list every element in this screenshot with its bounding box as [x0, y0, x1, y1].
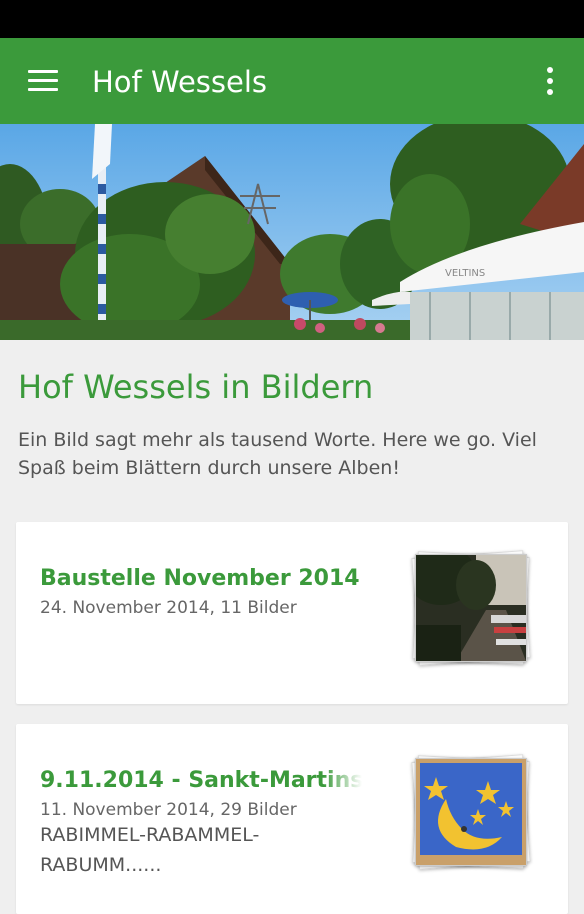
app-bar: Hof Wessels [0, 38, 584, 124]
construction-road-photo [415, 554, 527, 662]
hero-image: VELTINS [0, 124, 584, 340]
more-vertical-icon[interactable] [538, 67, 562, 97]
album-thumbnail[interactable] [409, 548, 535, 674]
section-title: Hof Wessels in Bildern [18, 368, 374, 406]
album-title: 9.11.2014 - Sankt-Martins-Fest [40, 768, 362, 793]
album-title: Baustelle November 2014 [40, 566, 360, 591]
status-bar [0, 0, 584, 38]
umbrella-label: VELTINS [445, 268, 485, 279]
album-card[interactable]: Baustelle November 2014 24. November 201… [16, 522, 568, 704]
section-description: Ein Bild sagt mehr als tausend Worte. He… [18, 429, 537, 479]
moon-and-stars-lantern-photo [415, 758, 527, 866]
album-meta: 24. November 2014, 11 Bilder [40, 598, 297, 618]
album-thumbnail[interactable] [409, 752, 535, 878]
album-meta: 11. November 2014, 29 Bilder [40, 800, 297, 820]
app-title: Hof Wessels [92, 65, 268, 99]
hamburger-menu-icon[interactable] [28, 70, 58, 92]
album-description: RABIMMEL-RABAMMEL-RABUMM...... [40, 824, 260, 876]
album-card[interactable]: 9.11.2014 - Sankt-Martins-Fest 11. Novem… [16, 724, 568, 914]
